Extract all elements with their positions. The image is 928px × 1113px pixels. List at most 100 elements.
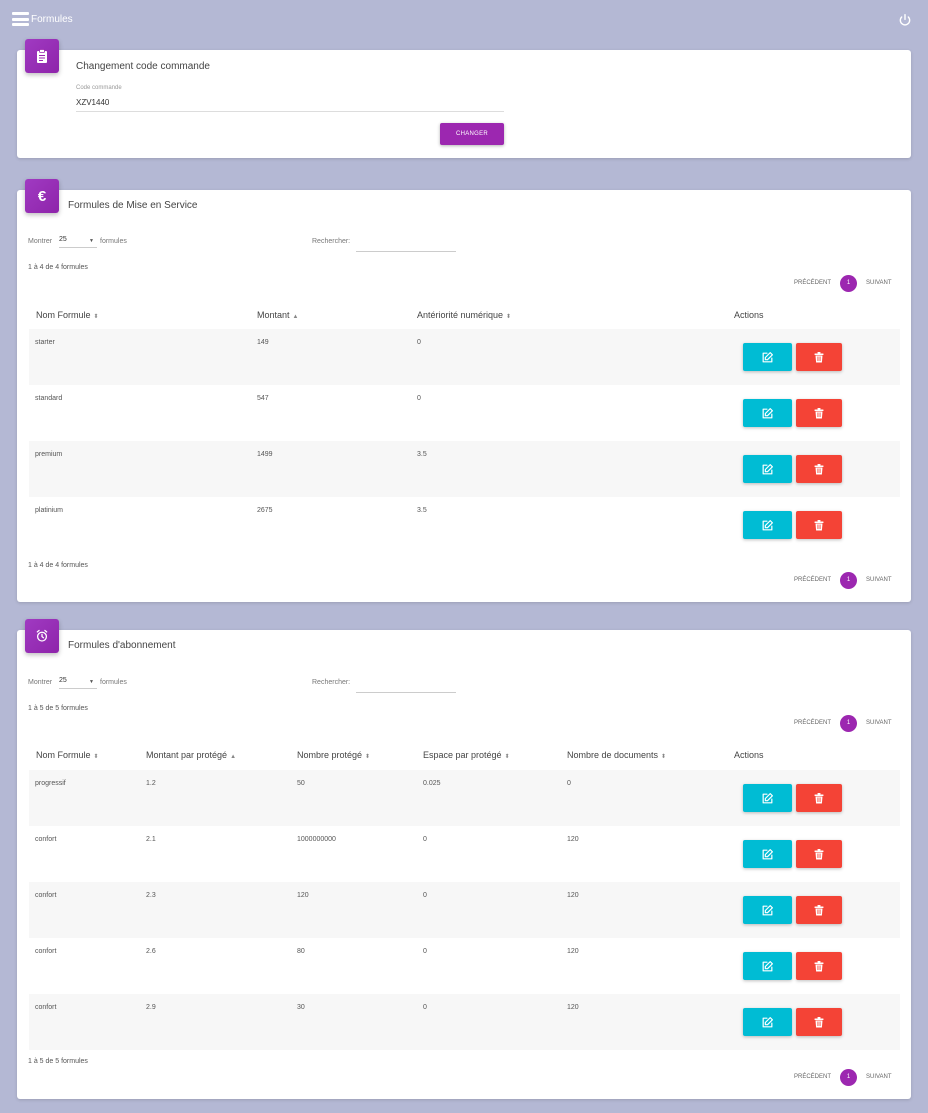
- table-cell: 1499: [257, 451, 273, 458]
- page-size-select[interactable]: 25 ▼: [59, 236, 97, 248]
- search-label: Rechercher:: [312, 238, 351, 245]
- pagination-top: PRÉCÉDENT 1 SUIVANT: [794, 275, 904, 293]
- page-1-button[interactable]: 1: [840, 715, 857, 732]
- page-1-button[interactable]: 1: [840, 572, 857, 589]
- sort-asc-icon: ▲: [292, 314, 299, 320]
- trash-icon: [813, 792, 825, 805]
- caret-down-icon: ▼: [89, 238, 94, 244]
- edit-button[interactable]: [743, 952, 792, 980]
- trash-icon: [813, 463, 825, 476]
- delete-button[interactable]: [796, 896, 842, 924]
- page-1-button[interactable]: 1: [840, 1069, 857, 1086]
- table-cell: 2675: [257, 507, 273, 514]
- col-header-nombre-protege[interactable]: Nombre protégé ⬍: [297, 750, 370, 760]
- col-header-espace-protege[interactable]: Espace par protégé ⬍: [423, 750, 510, 760]
- table-cell: 3.5: [417, 451, 427, 458]
- previous-button[interactable]: PRÉCÉDENT: [794, 577, 831, 583]
- search-label: Rechercher:: [312, 679, 351, 686]
- edit-icon: [761, 351, 774, 364]
- code-commande-label: Code commande: [76, 85, 122, 91]
- next-button[interactable]: SUIVANT: [866, 280, 892, 286]
- table-cell: 120: [567, 836, 579, 843]
- edit-button[interactable]: [743, 399, 792, 427]
- sort-asc-icon: ▲: [230, 754, 237, 760]
- table-cell: platinium: [35, 507, 64, 514]
- edit-button[interactable]: [743, 896, 792, 924]
- edit-button[interactable]: [743, 511, 792, 539]
- page-1-button[interactable]: 1: [840, 275, 857, 292]
- delete-button[interactable]: [796, 455, 842, 483]
- edit-button[interactable]: [743, 343, 792, 371]
- table-cell: 2.1: [146, 836, 156, 843]
- power-icon[interactable]: [898, 13, 912, 27]
- search-input[interactable]: [356, 681, 456, 693]
- table-row: progressif 1.2 50 0.025 0: [29, 770, 900, 826]
- page-size-select[interactable]: 25 ▼: [59, 677, 97, 689]
- edit-button[interactable]: [743, 455, 792, 483]
- table-info: 1 à 4 de 4 formules: [28, 264, 88, 271]
- edit-button[interactable]: [743, 840, 792, 868]
- page-size-value: 25: [59, 677, 67, 684]
- edit-icon: [761, 904, 774, 917]
- hamburger-menu-icon[interactable]: [12, 12, 29, 26]
- col-header-montant-protege[interactable]: Montant par protégé ▲: [146, 750, 236, 760]
- delete-button[interactable]: [796, 511, 842, 539]
- col-header-nom[interactable]: Nom Formule ⬍: [36, 750, 99, 760]
- pagination-bottom: PRÉCÉDENT 1 SUIVANT: [794, 1069, 904, 1087]
- table-cell: 50: [297, 780, 305, 787]
- col-header-montant[interactable]: Montant ▲: [257, 310, 298, 320]
- code-commande-input[interactable]: [76, 94, 504, 112]
- table-cell: confort: [35, 892, 57, 899]
- edit-icon: [761, 463, 774, 476]
- edit-button[interactable]: [743, 784, 792, 812]
- delete-button[interactable]: [796, 399, 842, 427]
- col-header-nombre-documents[interactable]: Nombre de documents ⬍: [567, 750, 666, 760]
- table-info: 1 à 5 de 5 formules: [28, 1058, 88, 1065]
- edit-icon: [761, 960, 774, 973]
- next-button[interactable]: SUIVANT: [866, 720, 892, 726]
- delete-button[interactable]: [796, 952, 842, 980]
- trash-icon: [813, 848, 825, 861]
- edit-button[interactable]: [743, 1008, 792, 1036]
- top-bar: Formules: [0, 0, 928, 40]
- page-title: Formules: [31, 14, 73, 25]
- delete-button[interactable]: [796, 343, 842, 371]
- table-cell: 0: [423, 1004, 427, 1011]
- show-suffix: formules: [100, 238, 127, 245]
- table-row: confort 2.3 120 0 120: [29, 882, 900, 938]
- col-header-label: Nombre de documents: [567, 750, 659, 760]
- pagination-bottom: PRÉCÉDENT 1 SUIVANT: [794, 572, 904, 590]
- sort-icon: ⬍: [93, 314, 99, 320]
- changer-button[interactable]: CHANGER: [440, 123, 504, 145]
- euro-icon: €: [25, 179, 59, 213]
- code-commande-card: Changement code commande Code commande C…: [17, 39, 911, 158]
- col-header-anteriorite[interactable]: Antériorité numérique ⬍: [417, 310, 511, 320]
- table-cell: 0: [417, 339, 421, 346]
- col-header-actions: Actions: [734, 310, 764, 320]
- card-title: Formules d'abonnement: [68, 640, 176, 651]
- next-button[interactable]: SUIVANT: [866, 577, 892, 583]
- trash-icon: [813, 960, 825, 973]
- table-cell: confort: [35, 948, 57, 955]
- edit-icon: [761, 792, 774, 805]
- table-cell: 80: [297, 948, 305, 955]
- delete-button[interactable]: [796, 784, 842, 812]
- trash-icon: [813, 904, 825, 917]
- trash-icon: [813, 519, 825, 532]
- delete-button[interactable]: [796, 840, 842, 868]
- table-row: confort 2.9 30 0 120: [29, 994, 900, 1050]
- previous-button[interactable]: PRÉCÉDENT: [794, 280, 831, 286]
- previous-button[interactable]: PRÉCÉDENT: [794, 720, 831, 726]
- next-button[interactable]: SUIVANT: [866, 1074, 892, 1080]
- previous-button[interactable]: PRÉCÉDENT: [794, 1074, 831, 1080]
- search-input[interactable]: [356, 240, 456, 252]
- show-label: Montrer: [28, 238, 53, 245]
- col-header-label: Nom Formule: [36, 310, 91, 320]
- caret-down-icon: ▼: [89, 679, 94, 685]
- col-header-label: Nom Formule: [36, 750, 91, 760]
- col-header-nom[interactable]: Nom Formule ⬍: [36, 310, 99, 320]
- delete-button[interactable]: [796, 1008, 842, 1036]
- pagination-top: PRÉCÉDENT 1 SUIVANT: [794, 715, 904, 733]
- table-cell: 120: [567, 892, 579, 899]
- sort-icon: ⬍: [365, 754, 371, 760]
